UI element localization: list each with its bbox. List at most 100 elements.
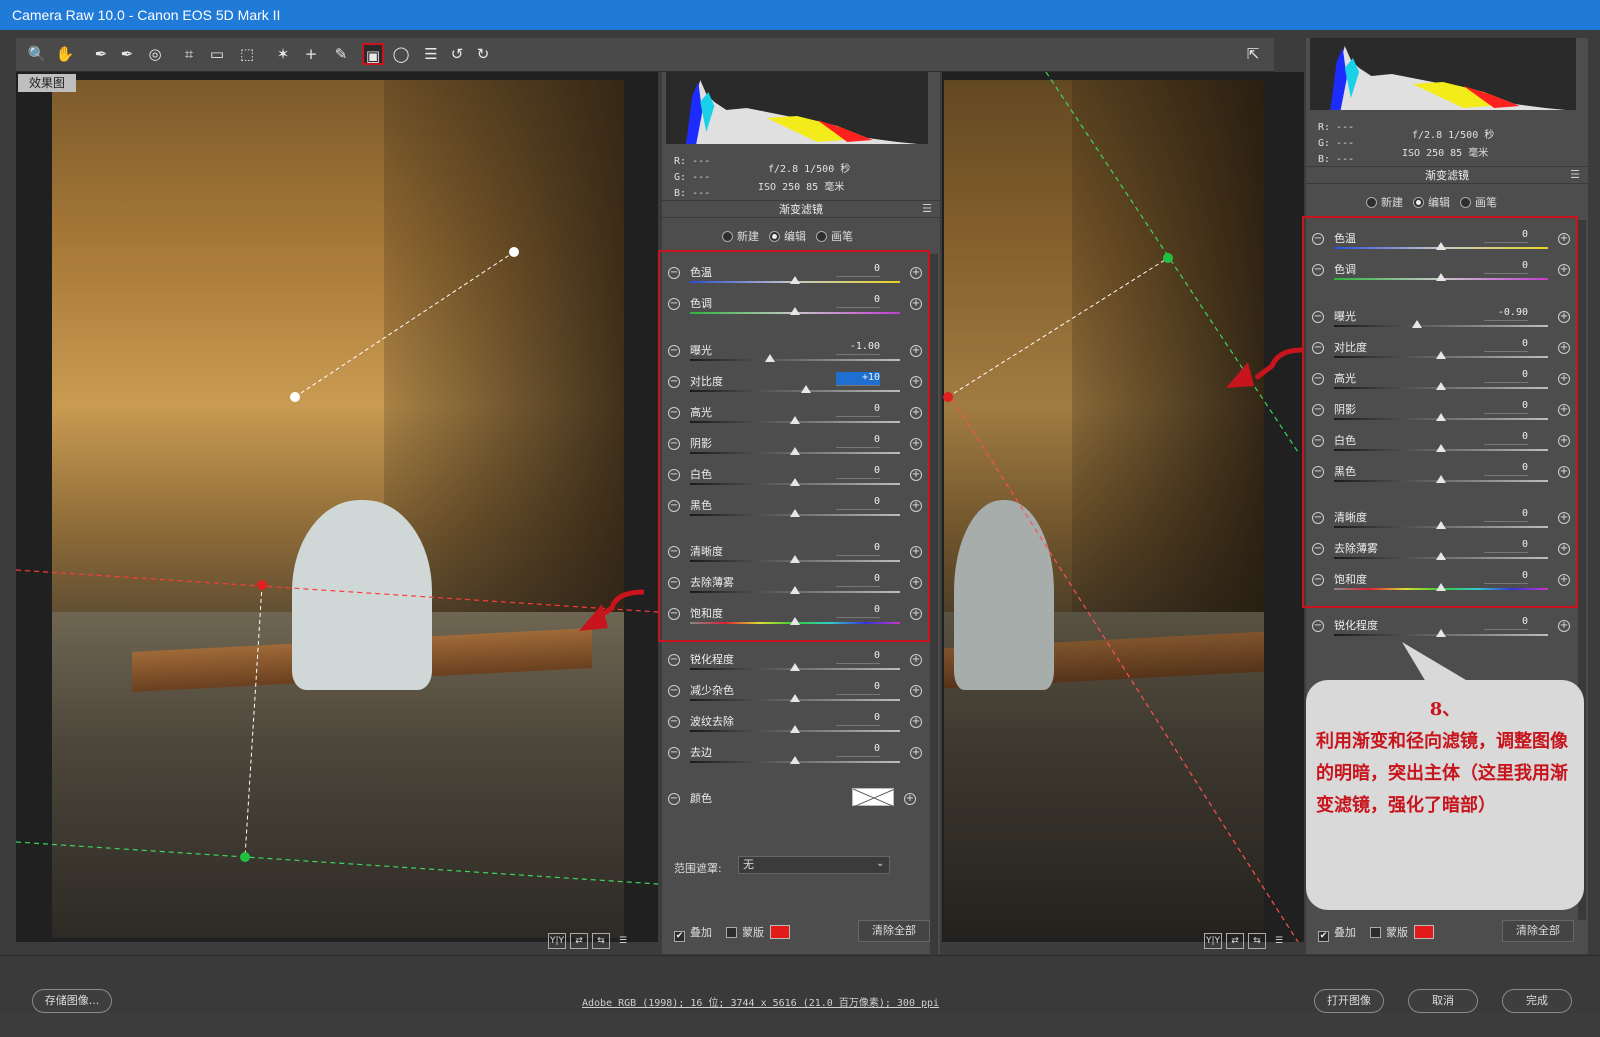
settings-toggle-icon[interactable]: ☰ [1270, 934, 1288, 950]
window-title: Camera Raw 10.0 - Canon EOS 5D Mark II [0, 0, 1600, 30]
filter-pin[interactable] [290, 392, 300, 402]
mode-radio-2[interactable] [816, 231, 827, 242]
slider-thumb[interactable] [790, 663, 800, 671]
settings-toggle-icon[interactable]: ☰ [614, 934, 632, 950]
color-sampler-tool-icon[interactable]: ✒ [116, 43, 138, 65]
straighten-tool-icon[interactable]: ▭ [206, 43, 228, 65]
swap-icon[interactable]: ⇄ [570, 933, 588, 949]
slider-value-field[interactable]: 0 [836, 712, 880, 726]
mode-radio-0[interactable] [1366, 197, 1377, 208]
done-button[interactable]: 完成 [1502, 989, 1572, 1013]
panel-scrollbar[interactable] [930, 254, 938, 954]
spot-removal-tool-icon[interactable]: ✶ [272, 43, 294, 65]
mask-checkbox[interactable] [1370, 927, 1381, 938]
slider-thumb[interactable] [790, 694, 800, 702]
white-balance-tool-icon[interactable]: ✒ [90, 43, 112, 65]
filter-pin[interactable] [509, 247, 519, 257]
crop-tool-icon[interactable]: ⌗ [178, 43, 200, 65]
slider-thumb[interactable] [790, 756, 800, 764]
copy-settings-icon[interactable]: ⇆ [592, 933, 610, 949]
before-after-icon[interactable]: Y|Y [1204, 933, 1222, 949]
before-after-icon[interactable]: Y|Y [548, 933, 566, 949]
rgb-readout: R: --- G: --- B: --- [1318, 120, 1354, 168]
slider-11[interactable]: − 锐化程度 0 + [668, 649, 926, 680]
chevron-down-icon[interactable]: ⌄ [876, 858, 884, 869]
copy-settings-icon[interactable]: ⇆ [1248, 933, 1266, 949]
overlay-options[interactable]: ✔ 叠加 蒙版 [674, 924, 790, 942]
gradient-end-pin[interactable] [1163, 253, 1173, 263]
mask-color-swatch[interactable] [770, 925, 790, 939]
mask-color-swatch[interactable] [1414, 925, 1434, 939]
radial-filter-tool-icon[interactable]: ◯ [390, 43, 412, 65]
minus-icon[interactable]: − [668, 747, 680, 759]
slider-13[interactable]: − 波纹去除 0 + [668, 711, 926, 742]
save-image-button[interactable]: 存储图像... [32, 989, 112, 1013]
color-row[interactable]: − 颜色 + [668, 788, 926, 819]
gradient-end-pin[interactable] [240, 852, 250, 862]
plus-icon[interactable]: + [910, 747, 922, 759]
slider-14[interactable]: − 去边 0 + [668, 742, 926, 773]
clear-all-button[interactable]: 清除全部 [1502, 920, 1574, 942]
filter-mode-radios[interactable]: 新建 编辑 画笔 [712, 228, 853, 244]
gradient-overlay[interactable] [16, 72, 658, 942]
minus-icon[interactable]: − [668, 685, 680, 697]
rotate-right-tool-icon[interactable]: ↻ [472, 43, 494, 65]
color-swatch[interactable] [852, 788, 896, 808]
swap-icon[interactable]: ⇄ [1226, 933, 1244, 949]
view-mode-icons[interactable]: Y|Y ⇄ ⇆ ☰ [548, 932, 636, 950]
rgb-r: R: --- [674, 156, 711, 167]
range-mask-select[interactable]: 无 [738, 856, 890, 874]
preferences-tool-icon[interactable]: ☰ [420, 43, 442, 65]
targeted-adjustment-tool-icon[interactable]: ◎ [144, 43, 166, 65]
panel-menu-icon[interactable]: ☰ [1570, 168, 1580, 181]
workflow-options-link[interactable]: Adobe RGB (1998); 16 位; 3744 x 5616 (21.… [582, 994, 939, 1009]
plus-icon[interactable]: + [1558, 620, 1570, 632]
view-mode-icons[interactable]: Y|Y ⇄ ⇆ ☰ [1204, 932, 1292, 950]
mode-radio-1[interactable] [769, 231, 780, 242]
slider-thumb[interactable] [1436, 629, 1446, 637]
overlay-checkbox[interactable]: ✔ [1318, 931, 1329, 942]
panel-menu-icon[interactable]: ☰ [922, 202, 932, 215]
graduated-filter-tool-icon[interactable]: ▣ [362, 43, 384, 65]
slider-value-field[interactable]: 0 [836, 743, 880, 757]
open-image-button[interactable]: 打开图像 [1314, 989, 1384, 1013]
mask-checkbox[interactable] [726, 927, 737, 938]
zoom-tool-icon[interactable]: 🔍 [26, 43, 48, 65]
gradient-start-pin[interactable] [257, 580, 267, 590]
exif-iso-focal: ISO 250 85 毫米 [758, 182, 845, 193]
minus-icon[interactable]: − [668, 654, 680, 666]
plus-icon[interactable]: + [910, 716, 922, 728]
plus-icon[interactable]: + [910, 654, 922, 666]
plus-icon[interactable]: + [910, 685, 922, 697]
mode-radio-1[interactable] [1413, 197, 1424, 208]
left-preview-canvas[interactable]: 效果图 Y|Y ⇄ ⇆ ☰ [16, 72, 658, 949]
mode-radio-0[interactable] [722, 231, 733, 242]
clear-all-button[interactable]: 清除全部 [858, 920, 930, 942]
minus-icon[interactable]: − [1312, 620, 1324, 632]
adjustment-brush-tool-icon[interactable]: ✎ [330, 43, 352, 65]
red-eye-tool-icon[interactable]: + [300, 43, 322, 65]
slider-value-field[interactable]: 0 [836, 681, 880, 695]
slider-12[interactable]: − 减少杂色 0 + [668, 680, 926, 711]
cancel-button[interactable]: 取消 [1408, 989, 1478, 1013]
gradient-start-pin[interactable] [943, 392, 953, 402]
gradient-overlay[interactable] [942, 72, 1304, 942]
overlay-checkbox[interactable]: ✔ [674, 931, 685, 942]
minus-icon[interactable]: − [668, 793, 680, 805]
slider-value-field[interactable]: 0 [1484, 616, 1528, 630]
transform-tool-icon[interactable]: ⬚ [236, 43, 258, 65]
slider-label: 波纹去除 [690, 715, 734, 728]
fullscreen-icon[interactable]: ⇱ [1242, 43, 1264, 65]
minus-icon[interactable]: − [668, 716, 680, 728]
slider-value-field[interactable]: 0 [836, 650, 880, 664]
hand-tool-icon[interactable]: ✋ [54, 43, 76, 65]
right-preview-canvas[interactable]: Y|Y ⇄ ⇆ ☰ [942, 72, 1304, 949]
rgb-readout: R: --- G: --- B: --- [674, 154, 710, 202]
overlay-options[interactable]: ✔ 叠加 蒙版 [1318, 924, 1434, 942]
slider-thumb[interactable] [790, 725, 800, 733]
plus-icon[interactable]: + [904, 793, 916, 805]
rotate-left-tool-icon[interactable]: ↺ [446, 43, 468, 65]
mask-label: 蒙版 [742, 926, 764, 939]
filter-mode-radios[interactable]: 新建 编辑 画笔 [1356, 194, 1497, 210]
mode-radio-2[interactable] [1460, 197, 1471, 208]
